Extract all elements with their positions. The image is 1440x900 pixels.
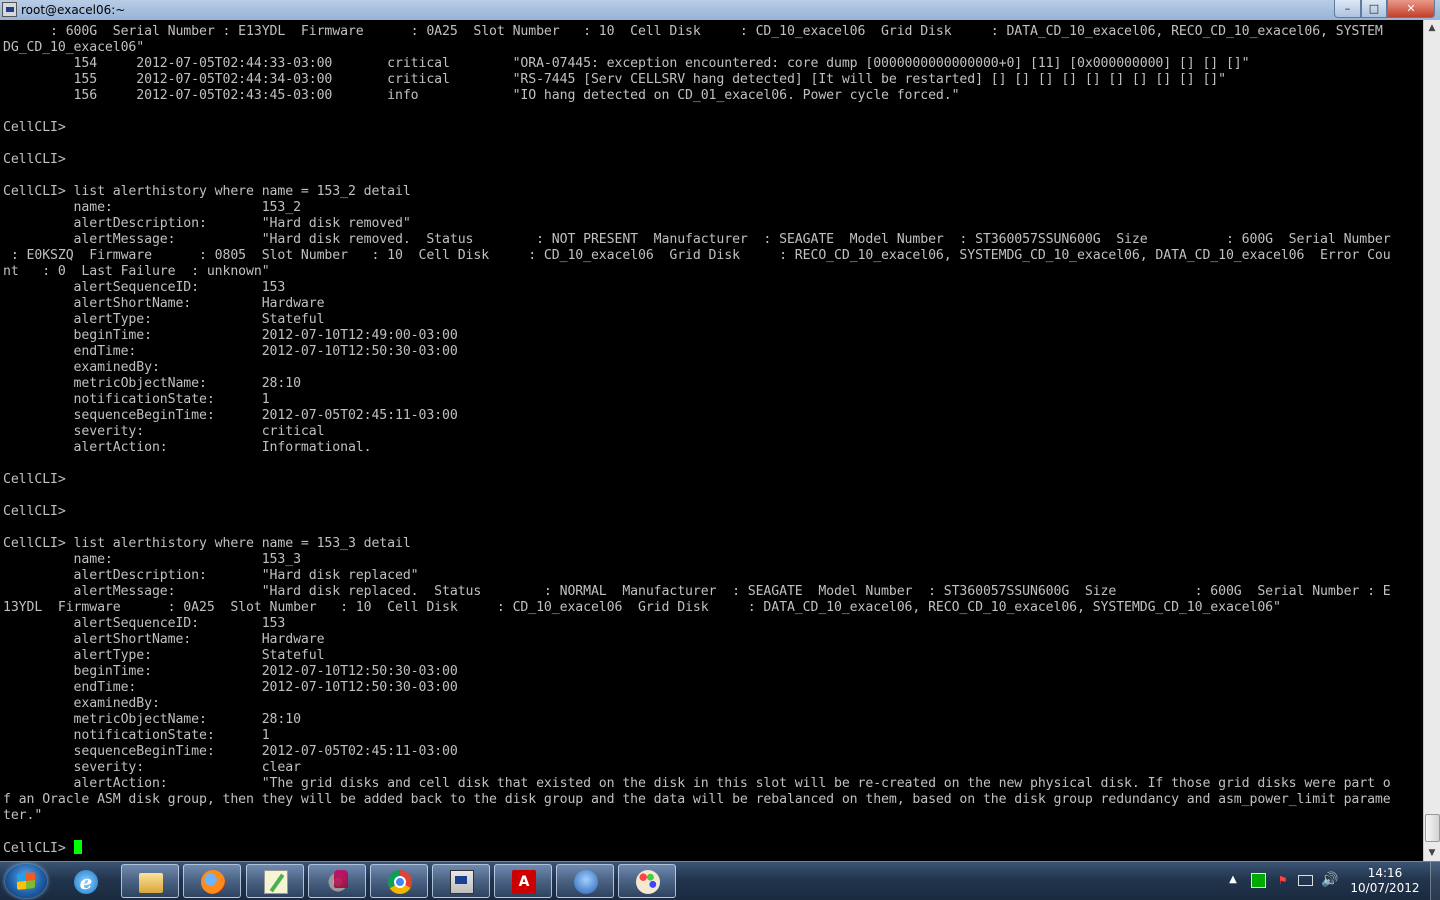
window-title: root@exacel06:~ xyxy=(21,3,126,17)
terminal-line: alertDescription: "Hard disk replaced" xyxy=(73,568,419,583)
terminal-line: severity: clear xyxy=(73,760,301,775)
clock-time: 14:16 xyxy=(1367,866,1403,880)
terminal-line: 156 2012-07-05T02:43:45-03:00 info "IO h… xyxy=(73,88,960,103)
maximize-button[interactable]: □ xyxy=(1361,0,1387,18)
terminal-line: alertSequenceID: 153 xyxy=(73,280,286,295)
window-titlebar[interactable]: root@exacel06:~ – □ ✕ xyxy=(0,0,1440,20)
terminal-line: alertMessage: "Hard disk removed. Status… xyxy=(73,232,1391,247)
terminal-output: : 600G Serial Number : E13YDL Firmware :… xyxy=(0,20,1423,857)
notepad-icon xyxy=(264,870,288,894)
terminal-line: alertAction: Informational. xyxy=(73,440,372,455)
taskbar-button-notepad[interactable] xyxy=(246,864,304,898)
terminal-line: notificationState: 1 xyxy=(73,728,270,743)
terminal-prompt: CellCLI> xyxy=(3,841,74,856)
taskbar-button-folder[interactable] xyxy=(121,864,179,898)
chrome-icon xyxy=(388,870,412,894)
scroll-up-icon[interactable]: ▲ xyxy=(1424,20,1440,36)
terminal-line: : E0KSZQ Firmware : 0805 Slot Number : 1… xyxy=(10,248,1391,263)
terminal-line: f an Oracle ASM disk group, then they wi… xyxy=(3,792,1391,807)
terminal-line: endTime: 2012-07-10T12:50:30-03:00 xyxy=(73,344,458,359)
taskbar-button-chrome[interactable] xyxy=(370,864,428,898)
terminal-line: examinedBy: xyxy=(73,360,160,375)
terminal-line: CellCLI> xyxy=(3,472,66,487)
taskbar-button-thunderbird[interactable] xyxy=(556,864,614,898)
tray-expand-icon[interactable]: ▲ xyxy=(1227,874,1239,886)
clock-date: 10/07/2012 xyxy=(1350,881,1420,895)
terminal-line: name: 153_3 xyxy=(73,552,301,567)
taskbar-button-internet-explorer[interactable]: e xyxy=(56,864,114,898)
tray-app-icon[interactable] xyxy=(1251,873,1266,888)
folder-icon xyxy=(139,873,163,893)
terminal-line: CellCLI> list alerthistory where name = … xyxy=(3,184,411,199)
terminal-line: alertSequenceID: 153 xyxy=(73,616,286,631)
paint-icon xyxy=(636,870,660,894)
taskbar-button-paint[interactable] xyxy=(618,864,676,898)
terminal-cursor xyxy=(73,840,82,854)
minimize-button[interactable]: – xyxy=(1334,0,1361,18)
terminal-line: 13YDL Firmware : 0A25 Slot Number : 10 C… xyxy=(3,600,1281,615)
close-button[interactable]: ✕ xyxy=(1387,0,1435,18)
scroll-thumb[interactable] xyxy=(1425,814,1440,842)
taskbar-button-settings-db[interactable] xyxy=(308,864,366,898)
taskbar-button-pdf-reader[interactable]: A xyxy=(494,864,552,898)
pdf-reader-icon: A xyxy=(512,870,536,894)
settings-db-icon xyxy=(326,870,350,894)
taskbar-button-firefox[interactable] xyxy=(183,864,241,898)
terminal-line: sequenceBeginTime: 2012-07-05T02:45:11-0… xyxy=(73,744,458,759)
terminal-line: ter." xyxy=(3,808,43,823)
terminal-line: alertType: Stateful xyxy=(73,648,325,663)
internet-explorer-icon: e xyxy=(74,870,98,894)
terminal-line: beginTime: 2012-07-10T12:49:00-03:00 xyxy=(73,328,458,343)
terminal-line: DG_CD_10_exacel06" xyxy=(3,40,145,55)
terminal-line: : 600G Serial Number : E13YDL Firmware :… xyxy=(50,24,1383,39)
terminal-line: severity: critical xyxy=(73,424,325,439)
taskbar-button-putty[interactable] xyxy=(432,864,490,898)
terminal-line: metricObjectName: 28:10 xyxy=(73,376,301,391)
terminal-line: examinedBy: xyxy=(73,696,160,711)
terminal-line: alertDescription: "Hard disk removed" xyxy=(73,216,411,231)
terminal-line: nt : 0 Last Failure : unknown" xyxy=(3,264,270,279)
network-icon[interactable] xyxy=(1298,875,1313,886)
terminal-line: alertShortName: Hardware xyxy=(73,632,325,647)
taskbar: e A ▲ ⚑ 🔊 14:16 10/07/2012 xyxy=(0,861,1440,900)
putty-icon[interactable] xyxy=(2,2,17,17)
terminal-line: beginTime: 2012-07-10T12:50:30-03:00 xyxy=(73,664,458,679)
volume-icon[interactable]: 🔊 xyxy=(1321,873,1338,888)
terminal-line: endTime: 2012-07-10T12:50:30-03:00 xyxy=(73,680,458,695)
show-desktop-button[interactable] xyxy=(1430,862,1440,900)
terminal-line: name: 153_2 xyxy=(73,200,301,215)
terminal-line: metricObjectName: 28:10 xyxy=(73,712,301,727)
terminal-line: CellCLI> xyxy=(3,504,66,519)
scroll-down-icon[interactable]: ▼ xyxy=(1424,845,1440,861)
terminal-line: 154 2012-07-05T02:44:33-03:00 critical "… xyxy=(73,56,1250,71)
firefox-icon xyxy=(201,870,225,894)
thunderbird-icon xyxy=(574,870,598,894)
terminal-line: sequenceBeginTime: 2012-07-05T02:45:11-0… xyxy=(73,408,458,423)
terminal-line: CellCLI> xyxy=(3,120,66,135)
action-center-flag-icon[interactable]: ⚑ xyxy=(1275,873,1290,888)
terminal-line: alertType: Stateful xyxy=(73,312,325,327)
terminal-line: notificationState: 1 xyxy=(73,392,270,407)
system-clock[interactable]: 14:16 10/07/2012 xyxy=(1345,866,1425,896)
terminal-line: alertAction: "The grid disks and cell di… xyxy=(73,776,1391,791)
terminal-line: CellCLI> list alerthistory where name = … xyxy=(3,536,411,551)
vertical-scrollbar[interactable]: ▲ ▼ xyxy=(1423,20,1440,861)
start-button[interactable] xyxy=(5,864,47,898)
terminal-line: CellCLI> xyxy=(3,152,66,167)
terminal-line: 155 2012-07-05T02:44:34-03:00 critical "… xyxy=(73,72,1227,87)
terminal-screen[interactable]: : 600G Serial Number : E13YDL Firmware :… xyxy=(0,20,1423,861)
terminal-line: alertMessage: "Hard disk replaced. Statu… xyxy=(73,584,1391,599)
putty-icon xyxy=(450,870,474,894)
terminal-line: alertShortName: Hardware xyxy=(73,296,325,311)
